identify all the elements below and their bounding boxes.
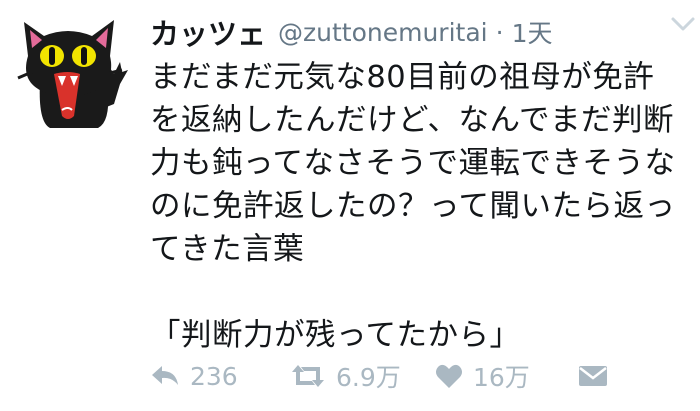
tweet-text-line: てきた言葉 <box>150 232 305 267</box>
tweet-header: カッツェ @zuttonemuritai · 1天 <box>150 8 690 56</box>
timestamp[interactable]: 1天 <box>512 14 553 50</box>
tweet-menu-button[interactable] <box>670 14 696 34</box>
display-name[interactable]: カッツェ <box>150 11 266 53</box>
tweet-text-line: 力も鈍ってなさそうで運転できそうな <box>150 146 676 181</box>
chevron-down-icon <box>671 17 695 31</box>
separator-dot: · <box>495 17 504 47</box>
like-count: 16万 <box>473 363 530 392</box>
reply-icon <box>152 366 178 385</box>
tweet-text-line: 「判断力が残ってたから」 <box>150 318 521 353</box>
tweet-text-line: まだまだ元気な80目前の祖母が免許 <box>150 60 655 95</box>
tweet-text: まだまだ元気な80目前の祖母が免許 を返納したんだけど、なんでまだ判断 力も鈍っ… <box>150 56 695 357</box>
avatar[interactable] <box>10 12 130 132</box>
heart-icon <box>436 364 462 388</box>
direct-message-button[interactable] <box>578 356 608 396</box>
tweet-text-line: のに免許返したの？って聞いたら返っ <box>150 189 676 224</box>
tweet-text-line: を返納したんだけど、なんでまだ判断 <box>150 103 674 138</box>
user-handle[interactable]: @zuttonemuritai <box>278 18 488 47</box>
retweet-count: 6.9万 <box>336 363 401 392</box>
retweet-icon <box>292 365 324 387</box>
black-cat-avatar-icon <box>17 20 128 128</box>
like-button[interactable]: 16万 <box>435 356 530 396</box>
reply-button[interactable]: 236 <box>150 356 238 396</box>
retweet-button[interactable]: 6.9万 <box>290 356 401 396</box>
reply-count: 236 <box>190 361 238 391</box>
envelope-icon <box>579 366 607 386</box>
tweet-actions: 236 6.9万 16万 <box>150 356 610 396</box>
tweet-text-line <box>150 271 695 314</box>
